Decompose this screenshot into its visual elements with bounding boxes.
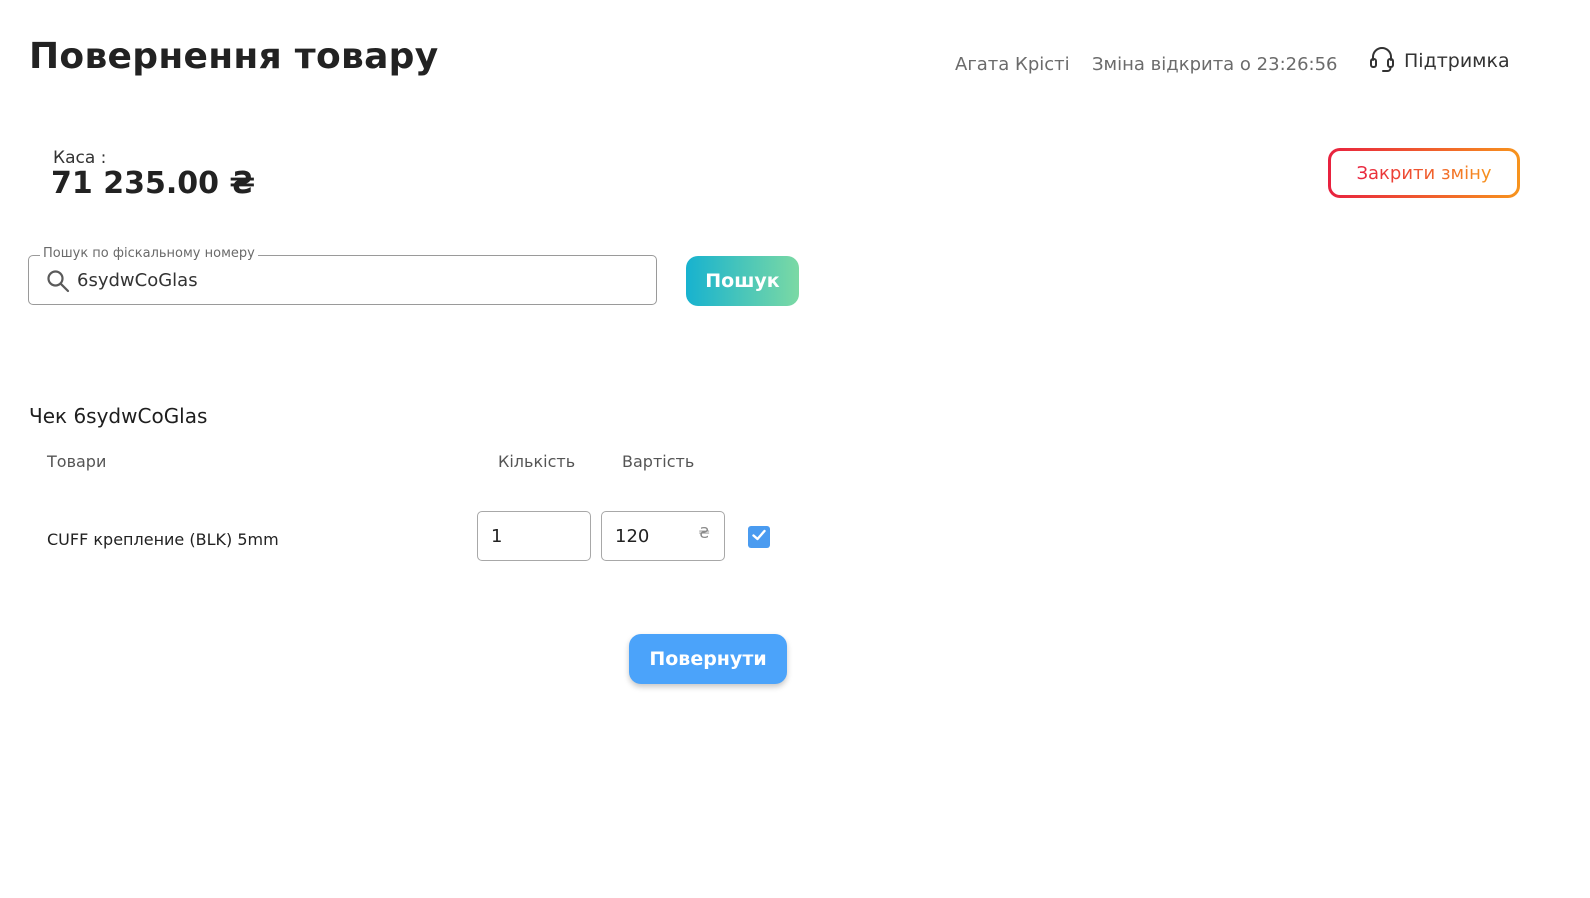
currency-sign: ₴ [698, 524, 710, 542]
search-input[interactable] [77, 264, 637, 296]
column-header-quantity: Кількість [498, 452, 576, 471]
receipt-title: Чек 6sydwCoGlas [29, 404, 208, 428]
price-input[interactable] [615, 521, 691, 551]
fiscal-number-search-field[interactable]: Пошук по фіскальному номеру [28, 246, 657, 305]
quantity-field[interactable] [477, 511, 591, 561]
shift-status: Зміна відкрита о 23:26:56 [1092, 54, 1338, 75]
headset-icon [1368, 45, 1396, 77]
close-shift-button[interactable]: Закрити зміну [1328, 148, 1520, 198]
support-label: Підтримка [1404, 50, 1510, 72]
search-field-label: Пошук по фіскальному номеру [40, 246, 258, 261]
cash-amount: 71 235.00 ₴ [51, 166, 256, 201]
cashier-name: Агата Крісті [955, 54, 1070, 75]
search-button[interactable]: Пошук [686, 256, 799, 306]
return-goods-page: Повернення товару Агата Крісті Зміна від… [0, 0, 1590, 898]
search-button-label: Пошук [705, 270, 780, 292]
column-header-goods: Товари [47, 452, 107, 471]
column-header-price: Вартість [622, 452, 695, 471]
checkmark-icon [751, 527, 767, 547]
close-shift-label: Закрити зміну [1356, 162, 1492, 184]
support-link[interactable]: Підтримка [1368, 46, 1510, 76]
return-button[interactable]: Повернути [629, 634, 787, 684]
page-title: Повернення товару [29, 36, 439, 77]
search-icon [45, 268, 71, 294]
price-field[interactable]: ₴ [601, 511, 725, 561]
cash-label: Каса : [53, 148, 107, 168]
quantity-input[interactable] [491, 521, 579, 551]
item-select-checkbox[interactable] [748, 526, 770, 548]
return-button-label: Повернути [649, 648, 767, 670]
item-name: CUFF крепление (BLK) 5mm [47, 530, 279, 549]
